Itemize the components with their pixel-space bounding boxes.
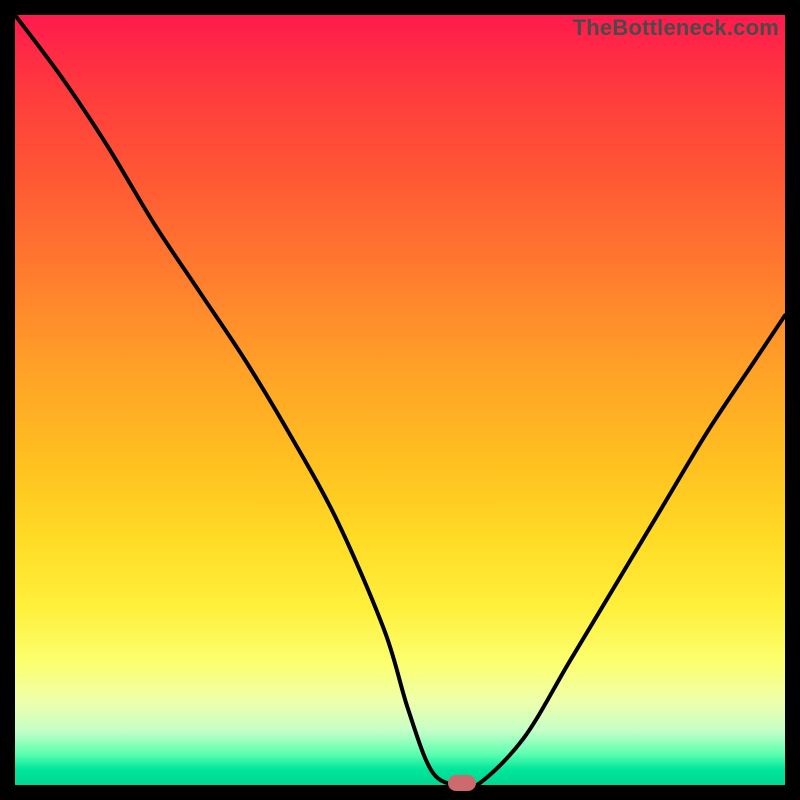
- plot-area: TheBottleneck.com: [15, 15, 785, 785]
- chart-frame: TheBottleneck.com: [0, 0, 800, 800]
- bottleneck-curve: [15, 15, 785, 785]
- curve-svg: [15, 15, 785, 785]
- optimal-marker: [448, 775, 476, 791]
